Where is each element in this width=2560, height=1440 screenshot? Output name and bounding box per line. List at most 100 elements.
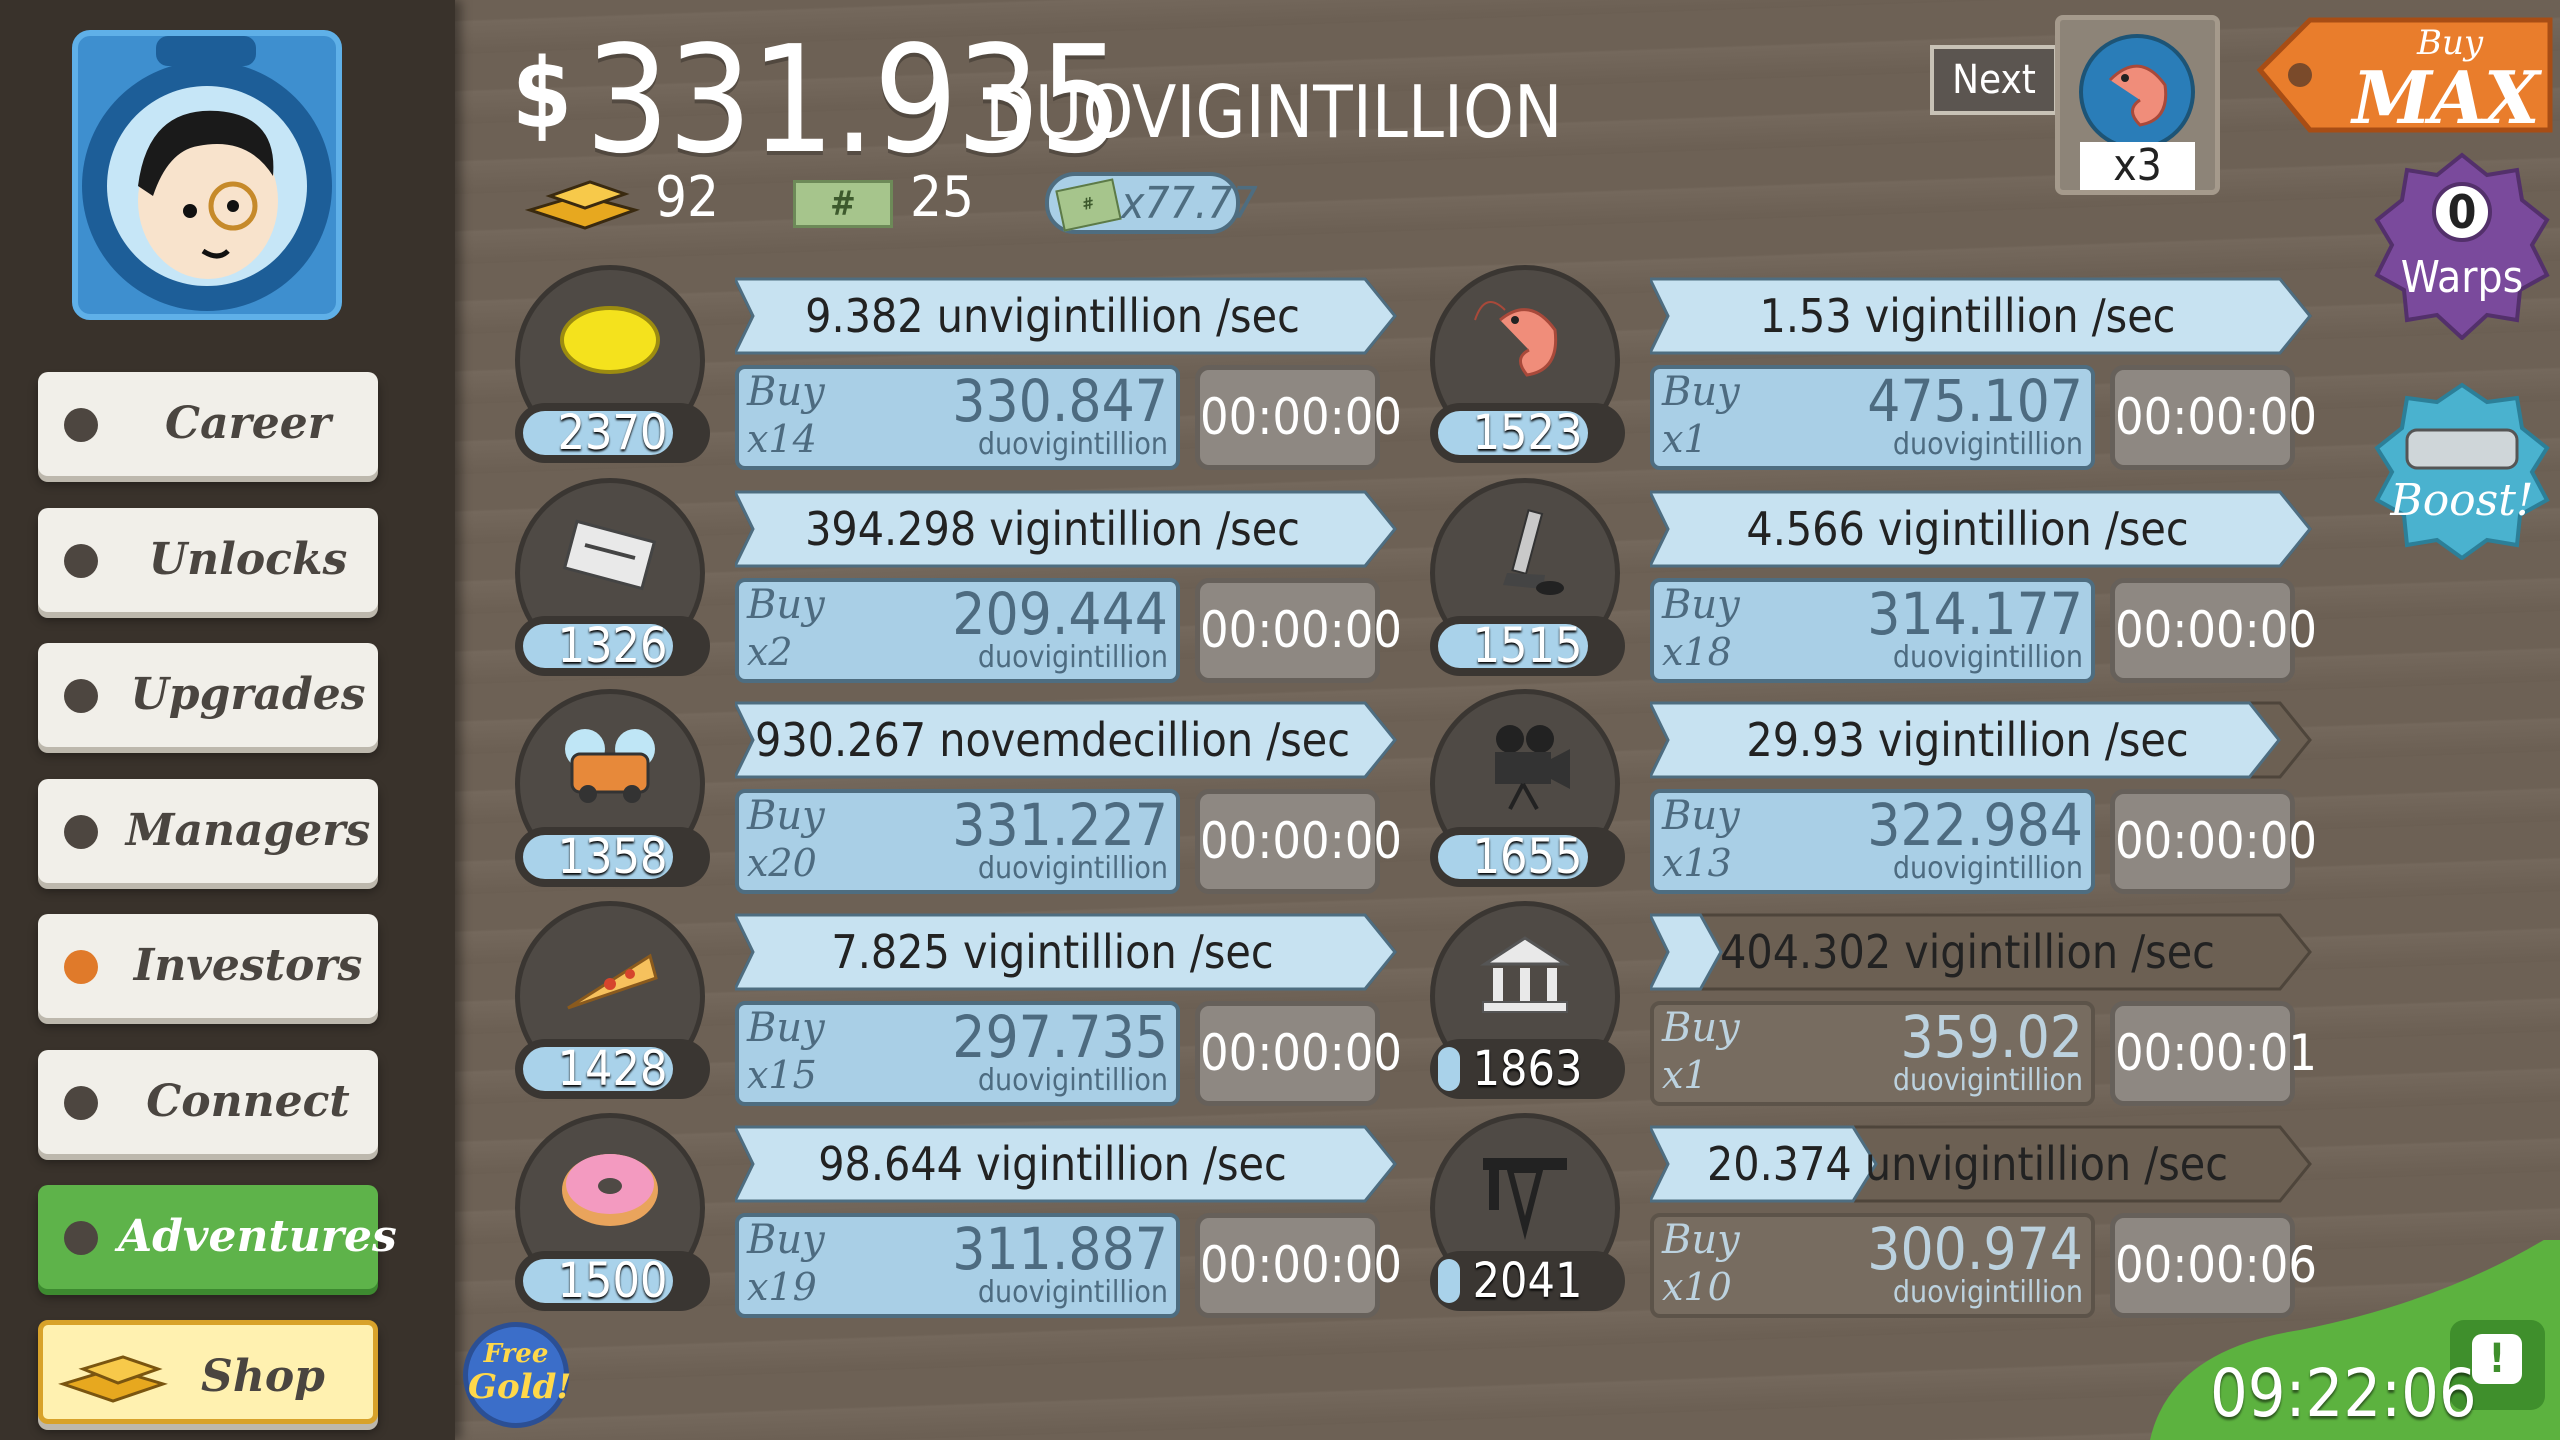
buy-button[interactable]: Buy x2 209.444 duovigintillion [735,578,1180,683]
buy-label: Buy [747,582,825,628]
buy-cost-unit: duovigintillion [1892,640,2083,675]
buy-quantity: x14 [747,417,817,461]
buy-button[interactable]: Buy x18 314.177 duovigintillion [1650,578,2095,683]
max-label: MAX [2352,55,2539,140]
free-gold-label-1: Free [483,1339,549,1369]
business-count-bar: 1655 [1430,827,1625,887]
revenue-rate: 20.374 unvigintillion /sec [1706,1137,2228,1191]
nav-upgrades-button[interactable]: Upgrades [38,643,378,747]
business-count-bar: 1863 [1430,1039,1625,1099]
buy-cost: 314.177 [1867,580,2083,648]
buy-label: Buy [1662,1217,1740,1263]
sidebar: Career Unlocks Upgrades Managers Investo… [0,0,455,1440]
business-count: 1655 [1472,829,1583,885]
next-unlock-box[interactable]: x3 [2055,15,2220,195]
nav-adventures-button[interactable]: Adventures [38,1185,397,1289]
player-avatar[interactable] [72,30,342,320]
revenue-rate-bar[interactable]: 404.302 vigintillion /sec [1650,911,2315,993]
business-count-bar: 2370 [515,403,710,463]
status-dot-active [64,950,98,984]
business-count-bar: 1515 [1430,616,1625,676]
buy-cost-unit: duovigintillion [977,427,1168,462]
nav-label: Connect [146,1076,350,1127]
revenue-rate: 4.566 vigintillion /sec [1746,502,2189,556]
buy-max-button[interactable]: Buy MAX [2255,5,2555,145]
buy-cost-unit: duovigintillion [1892,1063,2083,1098]
revenue-rate-bar[interactable]: 930.267 novemdecillion /sec [735,699,1400,781]
business-count: 1428 [557,1041,668,1097]
free-gold-button[interactable]: Free Gold! [463,1322,572,1428]
status-dot [64,408,98,442]
buy-label: Buy [1662,582,1740,628]
business-count: 1523 [1472,405,1583,461]
nav-managers-button[interactable]: Managers [38,779,378,883]
nav-unlocks-button[interactable]: Unlocks [38,508,378,612]
buy-cost-unit: duovigintillion [977,1063,1168,1098]
movie-camera-icon [1495,725,1570,810]
business-count: 2370 [557,405,668,461]
revenue-rate-bar[interactable]: 394.298 vigintillion /sec [735,488,1400,570]
buy-label: Buy [1662,369,1740,415]
nav-label: Career [165,398,331,449]
buy-quantity: x15 [747,1053,817,1097]
nav-career-button[interactable]: Career [38,372,378,476]
nav-label: Adventures [118,1211,397,1262]
buy-label: Buy [747,1217,825,1263]
nav-shop-button[interactable]: Shop [38,1320,378,1424]
buy-button[interactable]: Buy x1 359.02 duovigintillion [1650,1001,2095,1106]
revenue-rate: 9.382 unvigintillion /sec [805,289,1300,343]
next-unlock-button[interactable]: Next [1930,45,2058,115]
buy-button[interactable]: Buy x1 475.107 duovigintillion [1650,365,2095,470]
business-count-bar: 1500 [515,1251,710,1311]
buy-cost-unit: duovigintillion [1892,427,2083,462]
nav-label: Upgrades [130,669,366,720]
buy-quantity: x1 [1662,1053,1708,1097]
buy-quantity: x20 [747,841,817,885]
revenue-rate: 7.825 vigintillion /sec [831,925,1274,979]
buy-button[interactable]: Buy x20 331.227 duovigintillion [735,789,1180,894]
newspaper-icon [562,519,657,591]
revenue-rate-bar[interactable]: 7.825 vigintillion /sec [735,911,1400,993]
lemon-icon [560,306,660,374]
revenue-rate: 29.93 vigintillion /sec [1746,713,2189,767]
buy-button[interactable]: Buy x10 300.974 duovigintillion [1650,1213,2095,1318]
buy-button[interactable]: Buy x13 322.984 duovigintillion [1650,789,2095,894]
business-timer: 00:00:00 [1195,789,1402,894]
business-timer: 00:00:00 [1195,1001,1402,1106]
revenue-rate-bar[interactable]: 29.93 vigintillion /sec [1650,699,2315,781]
currency-symbol: $ [512,38,573,150]
shrimp-icon [1474,301,1558,377]
revenue-rate: 930.267 novemdecillion /sec [755,713,1350,767]
business-count: 1515 [1472,618,1583,674]
nav-connect-button[interactable]: Connect [38,1050,378,1154]
free-gold-label-2: Gold! [468,1367,572,1407]
warps-badge-icon [2374,152,2550,340]
buy-button[interactable]: Buy x14 330.847 duovigintillion [735,365,1180,470]
buy-cost: 209.444 [952,580,1168,648]
nav-investors-button[interactable]: Investors [38,914,378,1018]
status-dot [64,1086,98,1120]
status-dot [64,1221,98,1255]
revenue-rate-bar[interactable]: 20.374 unvigintillion /sec [1650,1123,2315,1205]
pizza-icon [567,953,658,1010]
buy-cost: 297.735 [952,1003,1168,1071]
warps-button[interactable]: 0 Warps [2372,150,2552,340]
buy-cost-unit: duovigintillion [977,640,1168,675]
boost-button[interactable]: Boost! [2372,380,2552,560]
revenue-rate: 98.644 vigintillion /sec [818,1137,1287,1191]
astronaut-icon [82,36,332,311]
business-timer: 00:00:00 [1195,578,1402,683]
buy-button[interactable]: Buy x19 311.887 duovigintillion [735,1213,1180,1318]
revenue-rate-bar[interactable]: 1.53 vigintillion /sec [1650,275,2315,357]
revenue-rate-bar[interactable]: 4.566 vigintillion /sec [1650,488,2315,570]
business-count-bar: 1523 [1430,403,1625,463]
nav-label: Shop [201,1351,325,1402]
boost-label: Boost! [2390,475,2534,526]
money-unit: DUOVIGINTILLION [985,70,1563,154]
buy-button[interactable]: Buy x15 297.735 duovigintillion [735,1001,1180,1106]
warps-count: 0 [2447,185,2477,239]
car-wash-icon [565,729,655,803]
megabucks-count: 25 [910,165,975,230]
revenue-rate-bar[interactable]: 9.382 unvigintillion /sec [735,275,1400,357]
revenue-rate-bar[interactable]: 98.644 vigintillion /sec [735,1123,1400,1205]
